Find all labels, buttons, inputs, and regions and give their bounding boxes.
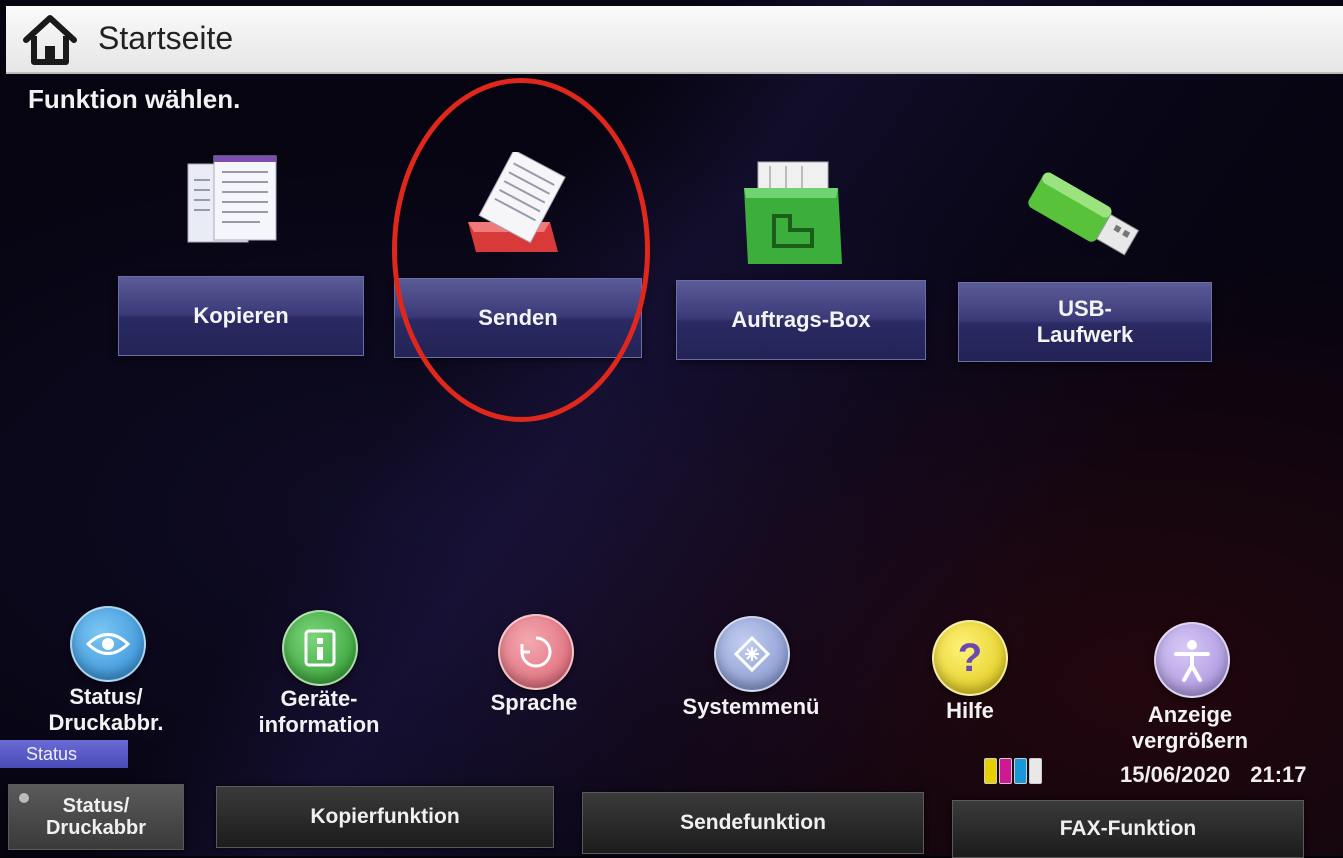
fax-function-label: FAX-Funktion — [1059, 817, 1197, 840]
toner-yellow — [984, 758, 997, 784]
help-icon[interactable]: ? — [932, 620, 1008, 696]
help-label[interactable]: Hilfe — [920, 698, 1020, 724]
date-time: 15/06/2020 21:17 — [1120, 762, 1307, 788]
usb-drive-button-label: USB- Laufwerk — [1036, 296, 1134, 347]
toner-magenta — [999, 758, 1012, 784]
copy-button[interactable]: Kopieren — [118, 276, 364, 356]
status-print-cancel-key[interactable]: Status/ Druckabbr — [8, 784, 184, 850]
status-eye-icon[interactable] — [70, 606, 146, 682]
job-box-button-label: Auftrags-Box — [731, 307, 871, 332]
accessibility-icon[interactable] — [1154, 622, 1230, 698]
status-led — [19, 793, 29, 803]
status-print-cancel-label: Status/ Druckabbr — [45, 795, 147, 839]
usb-drive-icon[interactable] — [1026, 170, 1141, 260]
home-icon[interactable] — [20, 14, 80, 66]
instruction-text: Funktion wählen. — [28, 84, 241, 114]
toner-black — [1029, 758, 1042, 784]
usb-drive-button[interactable]: USB- Laufwerk — [958, 282, 1212, 362]
copy-button-label: Kopieren — [193, 303, 289, 328]
language-label[interactable]: Sprache — [466, 690, 602, 716]
job-box-button[interactable]: Auftrags-Box — [676, 280, 926, 360]
job-box-icon[interactable] — [738, 152, 858, 272]
title-bar: Startseite — [6, 6, 1343, 74]
page-title: Startseite — [98, 20, 234, 56]
device-info-label[interactable]: Geräte- information — [236, 686, 402, 738]
copy-function-key[interactable]: Kopierfunktion — [216, 786, 554, 848]
touch-screen: Startseite Funktion wählen. Kopieren Sen… — [0, 0, 1343, 858]
zoom-display-label[interactable]: Anzeige vergrößern — [1104, 702, 1276, 754]
system-menu-icon[interactable] — [714, 616, 790, 692]
system-menu-label[interactable]: Systemmenü — [660, 694, 842, 720]
copy-function-label: Kopierfunktion — [310, 805, 460, 828]
send-function-key[interactable]: Sendefunktion — [582, 792, 924, 854]
toner-cyan — [1014, 758, 1027, 784]
status-tab[interactable]: Status — [0, 740, 128, 768]
date: 15/06/2020 — [1120, 762, 1231, 787]
toner-level-indicator — [984, 758, 1042, 784]
highlight-ellipse — [392, 78, 650, 422]
send-function-label: Sendefunktion — [680, 811, 826, 834]
time: 21:17 — [1250, 762, 1307, 787]
status-label[interactable]: Status/ Druckabbr. — [20, 684, 192, 736]
fax-function-key[interactable]: FAX-Funktion — [952, 800, 1304, 858]
copy-documents-icon[interactable] — [180, 150, 300, 270]
language-icon[interactable] — [498, 614, 574, 690]
device-info-icon[interactable] — [282, 610, 358, 686]
